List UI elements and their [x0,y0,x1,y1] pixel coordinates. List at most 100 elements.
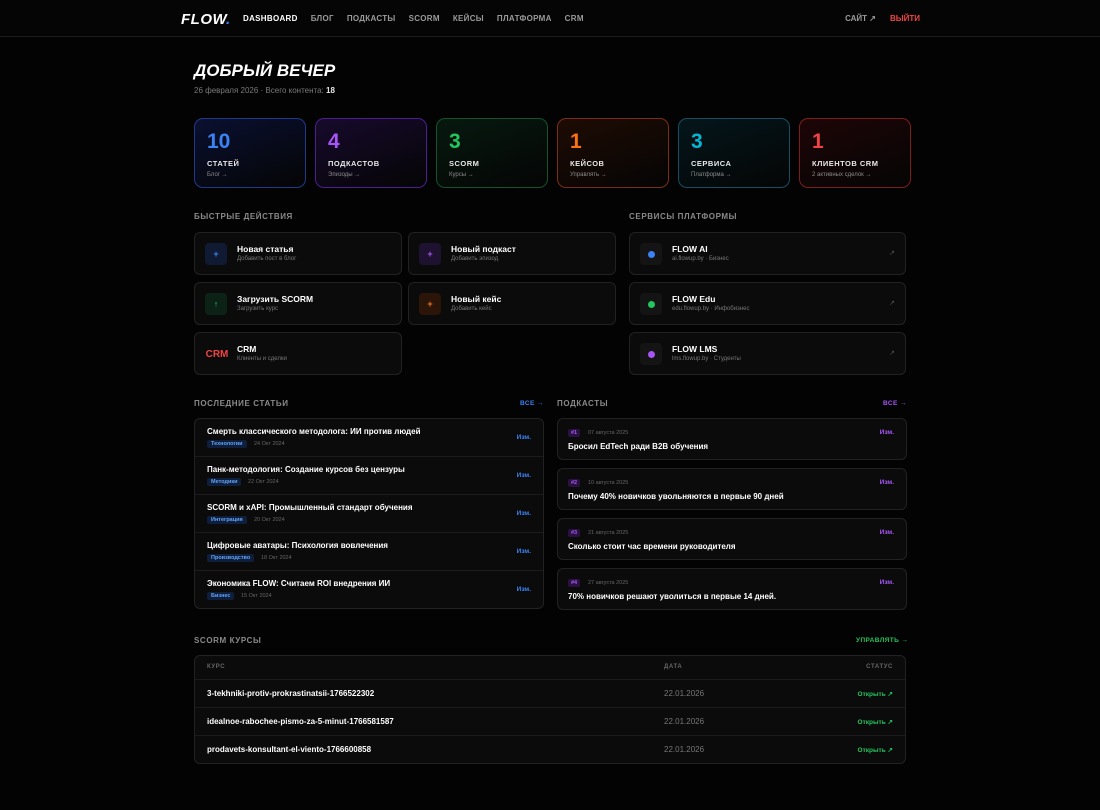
edit-button[interactable]: Изм. [517,510,531,517]
services-title: СЕРВИСЫ ПЛАТФОРМЫ [629,212,738,221]
episode-date: 07 августа 2025 [588,430,629,436]
article-title: Цифровые аватары: Психология вовлечения [207,541,388,550]
stat-card[interactable]: 3 СЕРВИСА Платформа → [678,118,790,188]
episode-date: 10 августа 2025 [588,480,629,486]
service-title: FLOW Edu [672,294,716,304]
nav-platform[interactable]: ПЛАТФОРМА [497,14,552,23]
nav-dashboard[interactable]: DASHBOARD [243,14,298,23]
logo[interactable]: FLOW. [181,11,231,28]
stat-card[interactable]: 4 ПОДКАСТОВ Эпизоды → [315,118,427,188]
service-card[interactable]: FLOW LMS lms.flowup.by · Студенты ↗ [629,332,906,375]
article-tag: Бизнес [207,592,235,600]
nav-cases[interactable]: КЕЙСЫ [453,14,484,23]
quick-action-subtitle: Добавить эпизод [451,256,499,262]
edit-button[interactable]: Изм. [880,529,894,536]
article-tag: Интеграция [207,516,247,524]
article-title: Экономика FLOW: Считаем ROI внедрения ИИ [207,579,391,588]
quick-action-title: Новая статья [237,244,294,254]
logout-button[interactable]: ВЫЙТИ [890,14,920,23]
stat-value: 1 [812,130,824,153]
stat-card[interactable]: 1 КЛИЕНТОВ CRM 2 активных сделок → [799,118,911,188]
course-name: prodavets-konsultant-el-viento-176660085… [207,745,372,754]
nav-links: DASHBOARD БЛОГ ПОДКАСТЫ SCORM КЕЙСЫ ПЛАТ… [243,14,584,23]
edit-button[interactable]: Изм. [517,434,531,441]
course-date: 22.01.2026 [664,745,705,754]
stat-link: Платформа → [691,172,732,178]
stat-label: СЕРВИСА [691,159,732,168]
quick-action-3[interactable]: ↑ Загрузить SCORM Загрузить курс [194,282,402,325]
crm-icon: CRM [205,343,229,365]
podcast-card[interactable]: #2 10 августа 2025 Почему 40% новичков уво… [557,468,907,510]
scorm-manage-link[interactable]: УПРАВЛЯТЬ → [856,637,908,644]
service-card[interactable]: FLOW AI ai.flowup.by · Бизнес ↗ [629,232,906,275]
article-row[interactable]: Панк-методология: Создание курсов без це… [195,457,543,495]
quick-action-1[interactable]: + Новая статья Добавить пост в блог [194,232,402,275]
edit-button[interactable]: Изм. [517,548,531,555]
course-date: 22.01.2026 [664,689,705,698]
quick-action-4[interactable]: + Новый кейс Добавить кейс [408,282,616,325]
page-title: ДОБРЫЙ ВЕЧЕР [194,61,336,80]
scorm-row: 3-tekhniki-protiv-prokrastinatsii-176652… [195,680,905,708]
service-title: FLOW AI [672,244,708,254]
status-dot [647,250,655,258]
article-row[interactable]: Цифровые аватары: Психология вовлечения П… [195,533,543,571]
service-url: ai.flowup.by · Бизнес [672,256,729,262]
article-row[interactable]: SCORM и xAPI: Промышленный стандарт обуч… [195,495,543,533]
service-card[interactable]: FLOW Edu edu.flowup.by · Инфобизнес ↗ [629,282,906,325]
quick-action-subtitle: Добавить пост в блог [237,256,297,262]
stat-link: Управлять → [570,172,607,178]
edit-button[interactable]: Изм. [880,579,894,586]
nav-scorm[interactable]: SCORM [409,14,440,23]
article-row[interactable]: Смерть классического методолога: ИИ прот… [195,419,543,457]
open-course-link[interactable]: Открыть ↗ [858,718,893,726]
articles-all-link[interactable]: ВСЕ → [520,400,544,407]
article-row[interactable]: Экономика FLOW: Считаем ROI внедрения ИИ… [195,571,543,609]
edit-button[interactable]: Изм. [880,429,894,436]
episode-title: 70% новичков решают уволиться в первые 1… [568,592,777,601]
stat-card[interactable]: 1 КЕЙСОВ Управлять → [557,118,669,188]
article-title: Смерть классического методолога: ИИ прот… [207,427,421,436]
open-course-link[interactable]: Открыть ↗ [858,746,893,754]
edit-button[interactable]: Изм. [517,472,531,479]
nav-blog[interactable]: БЛОГ [311,14,334,23]
plus-icon: + [419,243,441,265]
scorm-row: idealnoe-rabochee-pismo-za-5-minut-17665… [195,708,905,736]
scorm-table-header: КУРС ДАТА СТАТУС [195,656,905,680]
article-date: 20 Окт 2024 [254,517,285,523]
status-dot [647,350,655,358]
stat-label: КЛИЕНТОВ CRM [812,159,879,168]
stat-value: 10 [207,130,231,153]
podcasts-all-link[interactable]: ВСЕ → [883,400,907,407]
podcast-card[interactable]: #1 07 августа 2025 Бросил EdTech ради B2B … [557,418,907,460]
service-url: lms.flowup.by · Студенты [672,356,741,362]
quick-action-title: CRM [237,344,257,354]
episode-title: Почему 40% новичков увольняются в первые… [568,492,784,501]
episode-date: 21 августа 2025 [588,530,629,536]
podcast-card[interactable]: #4 27 августа 2025 70% новичков решают уво… [557,568,907,610]
edit-button[interactable]: Изм. [517,586,531,593]
stat-card[interactable]: 3 SCORM Курсы → [436,118,548,188]
edit-button[interactable]: Изм. [880,479,894,486]
stat-value: 3 [691,130,703,153]
open-course-link[interactable]: Открыть ↗ [858,690,893,698]
service-status-icon [640,293,662,315]
nav-crm[interactable]: CRM [565,14,584,23]
service-url: edu.flowup.by · Инфобизнес [672,306,750,312]
quick-action-subtitle: Загрузить курс [237,306,279,312]
quick-action-2[interactable]: + Новый подкаст Добавить эпизод [408,232,616,275]
stat-card[interactable]: 10 СТАТЕЙ Блог → [194,118,306,188]
stat-value: 3 [449,130,461,153]
episode-number: #2 [568,479,581,487]
podcasts-title: ПОДКАСТЫ [557,399,609,408]
nav-podcasts[interactable]: ПОДКАСТЫ [347,14,396,23]
episode-number: #3 [568,529,581,537]
quick-action-5[interactable]: CRM CRM Клиенты и сделки [194,332,402,375]
plus-icon: + [419,293,441,315]
plus-icon: + [205,243,227,265]
service-status-icon [640,243,662,265]
episode-date: 27 августа 2025 [588,580,629,586]
site-link[interactable]: САЙТ ↗ [845,14,876,23]
article-tag: Технологии [207,440,247,448]
stat-link: Эпизоды → [328,172,361,178]
podcast-card[interactable]: #3 21 августа 2025 Сколько стоит час време… [557,518,907,560]
